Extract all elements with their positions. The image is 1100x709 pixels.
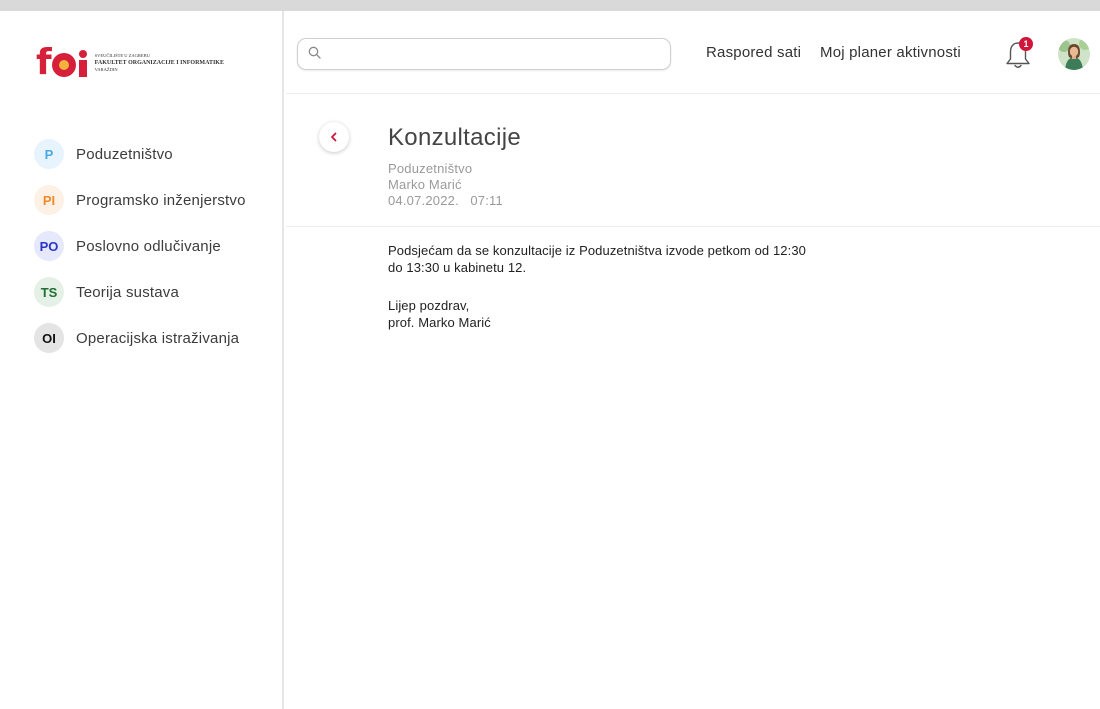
content-divider (286, 226, 1100, 227)
sidebar: f SVEUČILIŠTE U ZAGREBU FAKULTET ORGANIZ… (0, 11, 284, 709)
sidebar-item-programsko-inzenjerstvo[interactable]: PI Programsko inženjerstvo (34, 177, 246, 223)
message-datetime: 04.07.2022. 07:11 (388, 193, 503, 208)
message-body-line: Podsjećam da se konzultacije iz Poduzetn… (388, 243, 806, 258)
message-course: Poduzetništvo (388, 161, 473, 176)
logo-mark: f (36, 42, 87, 83)
sidebar-item-poslovno-odlucivanje[interactable]: PO Poslovno odlučivanje (34, 223, 246, 269)
search-icon (308, 46, 321, 59)
message-time: 07:11 (470, 193, 503, 208)
course-badge: TS (34, 277, 64, 307)
course-badge: P (34, 139, 64, 169)
avatar[interactable] (1058, 38, 1090, 70)
sidebar-item-teorija-sustava[interactable]: TS Teorija sustava (34, 269, 246, 315)
notification-badge: 1 (1019, 37, 1033, 51)
course-badge: OI (34, 323, 64, 353)
logo-city: VARAŽDIN (94, 67, 118, 72)
sidebar-item-label: Teorija sustava (76, 283, 180, 301)
message-greeting: Lijep pozdrav, (388, 298, 470, 313)
sidebar-item-label: Poduzetništvo (76, 145, 173, 163)
logo-text: SVEUČILIŠTE U ZAGREBU FAKULTET ORGANIZAC… (95, 53, 224, 73)
message-date: 04.07.2022. (388, 193, 459, 208)
logo-letter-i (78, 46, 87, 80)
back-button[interactable] (319, 122, 349, 152)
foi-logo[interactable]: f SVEUČILIŠTE U ZAGREBU FAKULTET ORGANIZ… (36, 43, 224, 83)
sidebar-item-poduzetnistvo[interactable]: P Poduzetništvo (34, 131, 246, 177)
course-badge: PO (34, 231, 64, 261)
sidebar-item-label: Programsko inženjerstvo (76, 191, 246, 209)
logo-letter-o (51, 53, 76, 77)
message-title: Konzultacije (388, 124, 522, 151)
search-input[interactable] (328, 43, 658, 65)
top-strip (0, 0, 1100, 11)
search-box[interactable] (297, 38, 671, 70)
sidebar-item-label: Poslovno odlučivanje (76, 237, 221, 255)
message-body-line: do 13:30 u kabinetu 12. (388, 260, 527, 275)
top-header: Raspored sati Moj planer aktivnosti 1 (286, 11, 1100, 94)
message-signature: prof. Marko Marić (388, 315, 491, 330)
schedule-link[interactable]: Raspored sati (706, 44, 801, 61)
course-badge: PI (34, 185, 64, 215)
activity-planner-link[interactable]: Moj planer aktivnosti (820, 44, 961, 61)
logo-letter-f: f (36, 42, 52, 83)
message-closing: Lijep pozdrav, prof. Marko Marić (388, 297, 491, 331)
sidebar-item-label: Operacijska istraživanja (76, 329, 240, 347)
message-author: Marko Marić (388, 177, 462, 192)
chevron-left-icon (331, 132, 337, 142)
avatar-image (1058, 38, 1090, 70)
message-body: Podsjećam da se konzultacije iz Poduzetn… (388, 242, 806, 276)
logo-faculty: FAKULTET ORGANIZACIJE I INFORMATIKE (94, 60, 224, 66)
course-list: P Poduzetništvo PI Programsko inženjerst… (34, 131, 246, 361)
sidebar-item-operacijska-istrazivanja[interactable]: OI Operacijska istraživanja (34, 315, 246, 361)
